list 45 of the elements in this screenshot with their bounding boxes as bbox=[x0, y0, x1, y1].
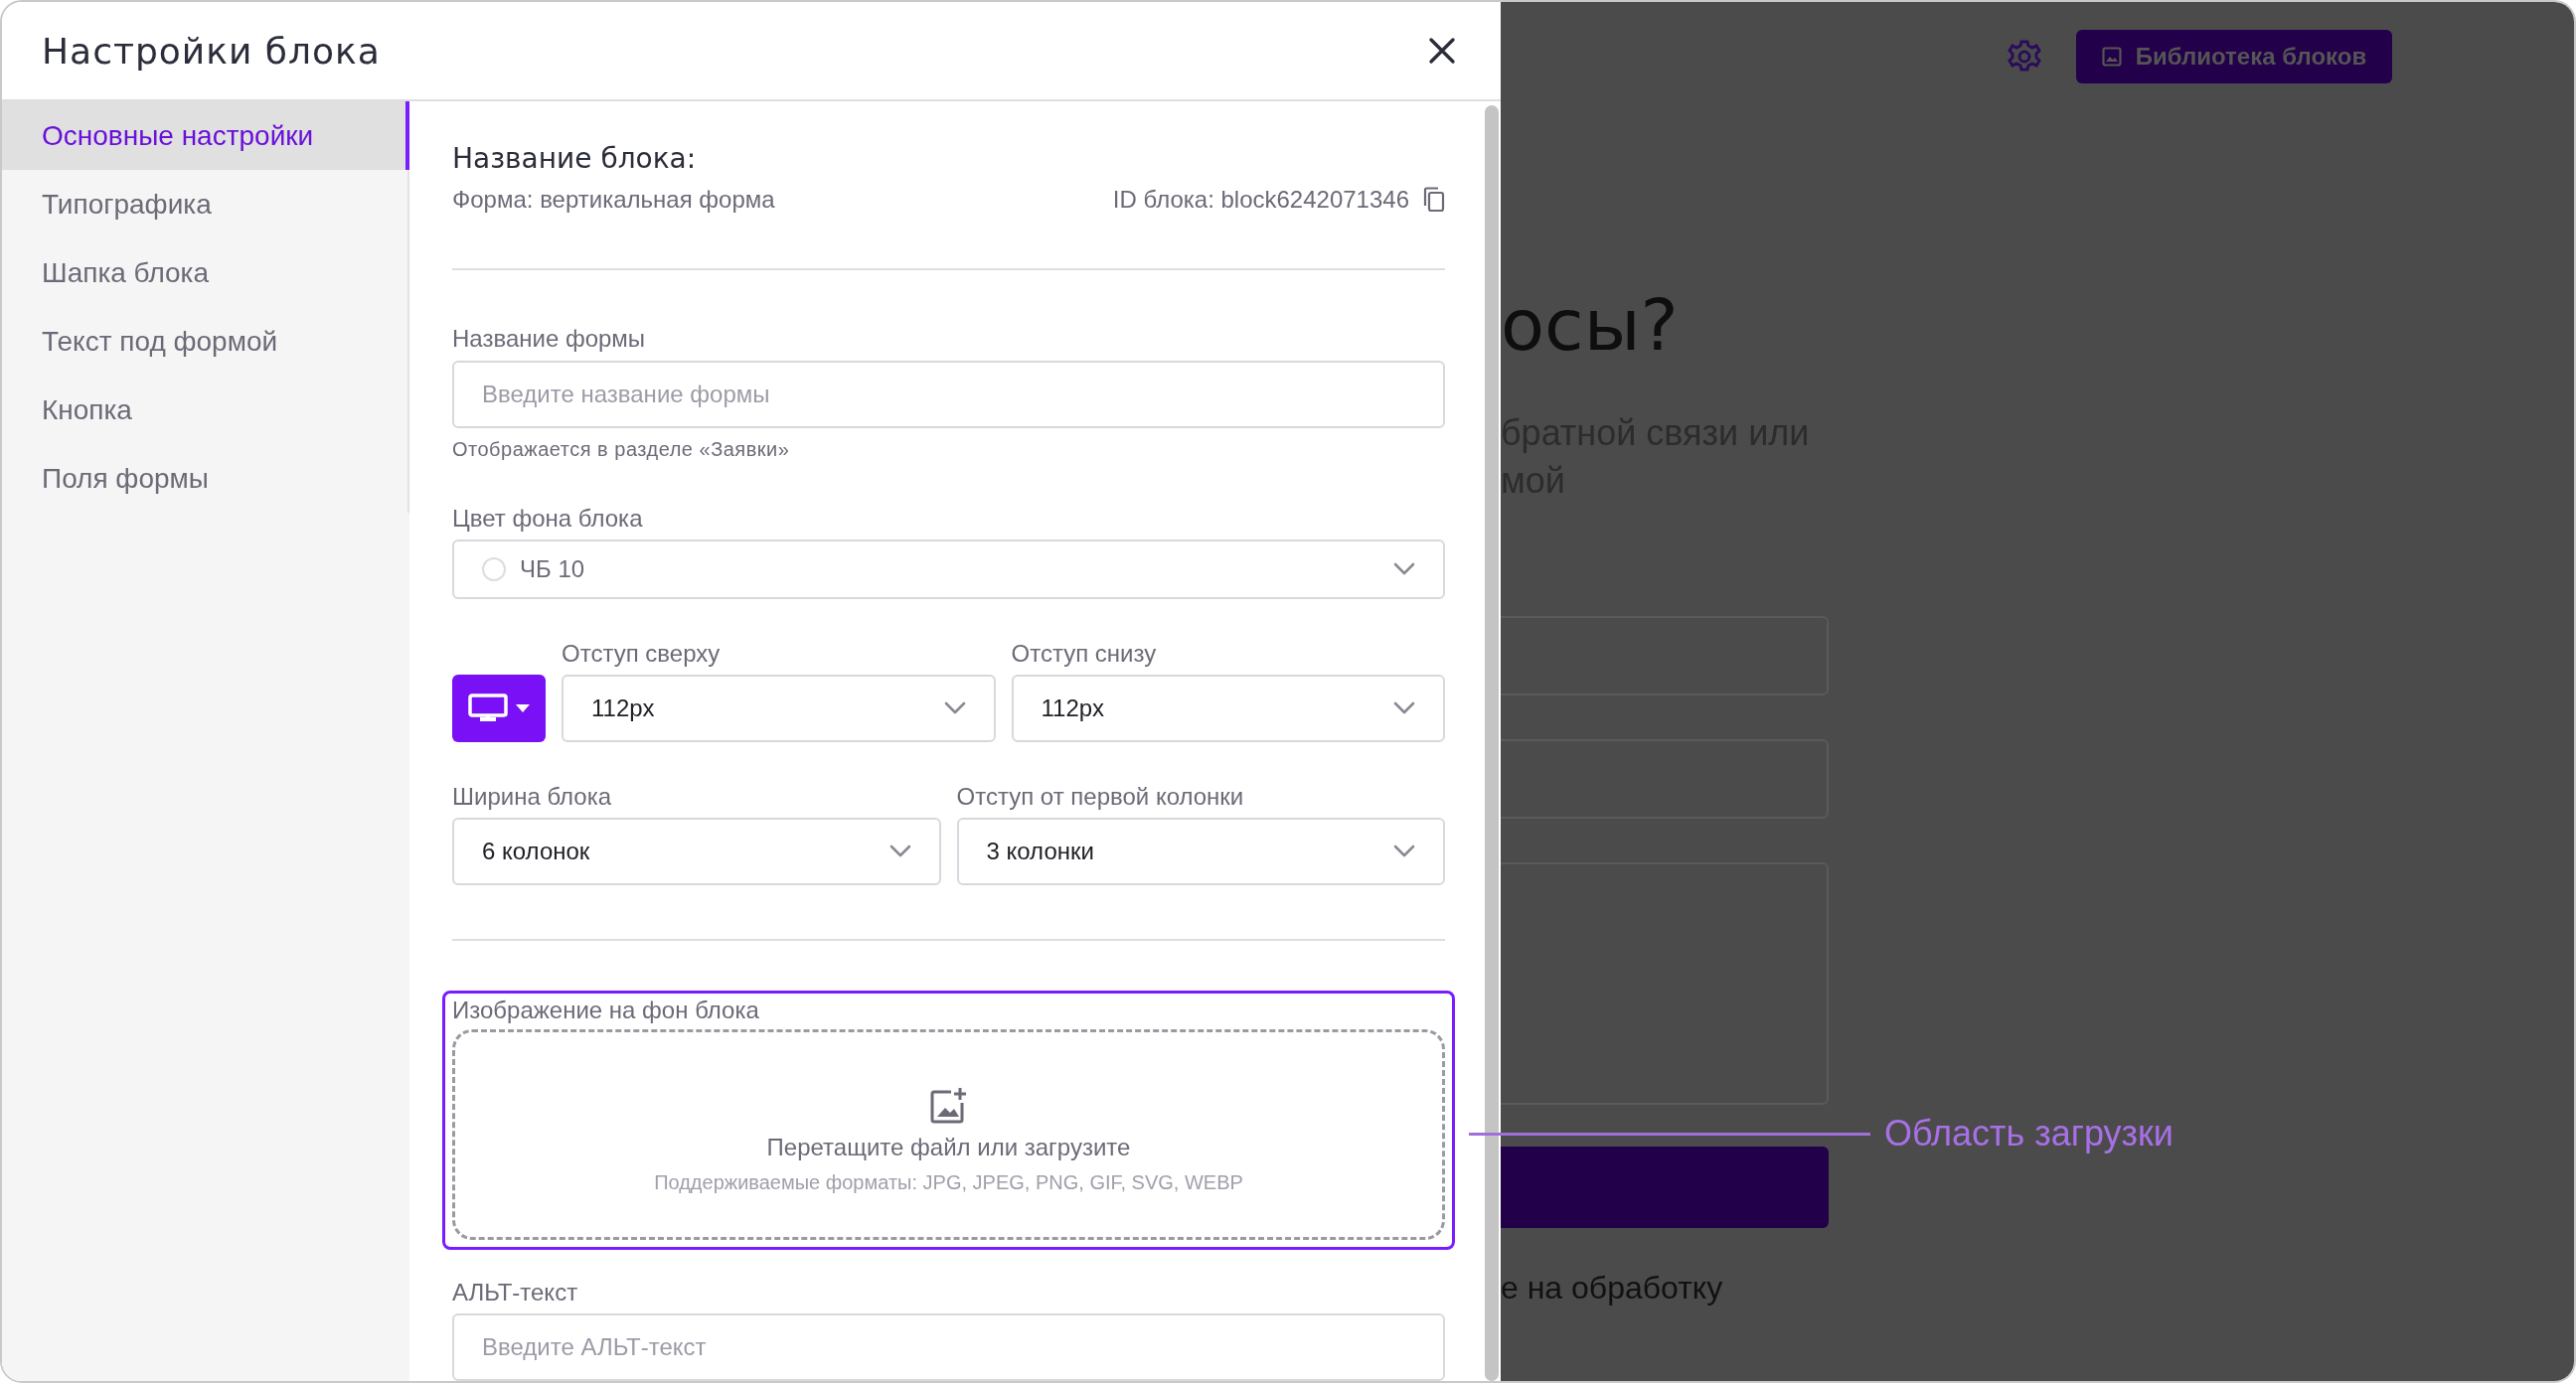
page-heading: осы? bbox=[1501, 282, 1679, 368]
image-icon bbox=[2101, 47, 2122, 67]
sidebar-item[interactable]: Текст под формой bbox=[2, 307, 407, 376]
field-label: Отступ снизу bbox=[1011, 639, 1158, 670]
field-label: Отступ сверху bbox=[562, 639, 722, 670]
field-label: АЛЬТ-текст bbox=[452, 1278, 579, 1307]
chevron-icon bbox=[888, 845, 911, 859]
dropzone-text: Перетащите файл или загрузите bbox=[766, 1133, 1131, 1161]
chevron-icon bbox=[1393, 845, 1415, 859]
block-heading: Название блока: bbox=[452, 141, 698, 177]
block-id-text: ID блока: block6242071346 bbox=[1112, 185, 1409, 215]
field-label: Отступ от первой колонки bbox=[956, 782, 1245, 813]
layout-select[interactable]: 3 колонки bbox=[956, 818, 1445, 886]
device-button[interactable] bbox=[452, 675, 546, 743]
consent-text: е на обработку bbox=[1501, 1270, 1723, 1306]
field-hint: Отображается в разделе «Заявки» bbox=[452, 436, 791, 462]
layout-select[interactable]: 6 колонок bbox=[452, 818, 941, 886]
field-label: Ширина блока bbox=[452, 782, 613, 813]
field-label: Цвет фона блока bbox=[452, 503, 644, 534]
callout-label: Область загрузки bbox=[1884, 1113, 2174, 1154]
form-type-text: Форма: вертикальная форма bbox=[452, 185, 775, 215]
upload-dropzone[interactable]: Перетащите файл или загрузите Поддерживаемые форматы: JPG, JPEG, PNG, GIF, SVG, WEBP bbox=[452, 1029, 1445, 1240]
alt-text-field[interactable]: Введите АЛЬТ-текст bbox=[452, 1313, 1445, 1381]
caret-icon bbox=[516, 704, 530, 713]
sidebar-item[interactable]: Типографика bbox=[2, 170, 407, 238]
scrollbar[interactable] bbox=[1485, 105, 1499, 1381]
form-name-field[interactable]: Введите название формы bbox=[452, 360, 1445, 428]
chevron-icon bbox=[1393, 562, 1415, 576]
chevron-icon bbox=[943, 701, 966, 716]
field-label: Название формы bbox=[452, 323, 647, 354]
sidebar-item[interactable]: Основные настройки bbox=[2, 101, 409, 170]
add-image-icon bbox=[928, 1085, 969, 1124]
color-swatch-icon bbox=[482, 557, 506, 581]
chevron-icon bbox=[1393, 701, 1415, 716]
sidebar-item[interactable]: Шапка блока bbox=[2, 238, 407, 307]
color-select[interactable]: ЧБ 10 bbox=[452, 538, 1445, 600]
spacing-select[interactable]: 112px bbox=[1011, 675, 1445, 743]
monitor-icon bbox=[468, 693, 508, 724]
field-label: Изображение на фон блока bbox=[452, 996, 760, 1025]
spacing-select[interactable]: 112px bbox=[562, 675, 996, 743]
copy-icon[interactable] bbox=[1423, 187, 1445, 213]
sidebar-item[interactable]: Кнопка bbox=[2, 376, 407, 444]
formats-text: Поддерживаемые форматы: JPG, JPEG, PNG, GIF, SVG, WEBP bbox=[654, 1170, 1243, 1194]
sidebar-item[interactable]: Поля формы bbox=[2, 444, 407, 513]
panel-title: Настройки блока bbox=[42, 30, 381, 72]
